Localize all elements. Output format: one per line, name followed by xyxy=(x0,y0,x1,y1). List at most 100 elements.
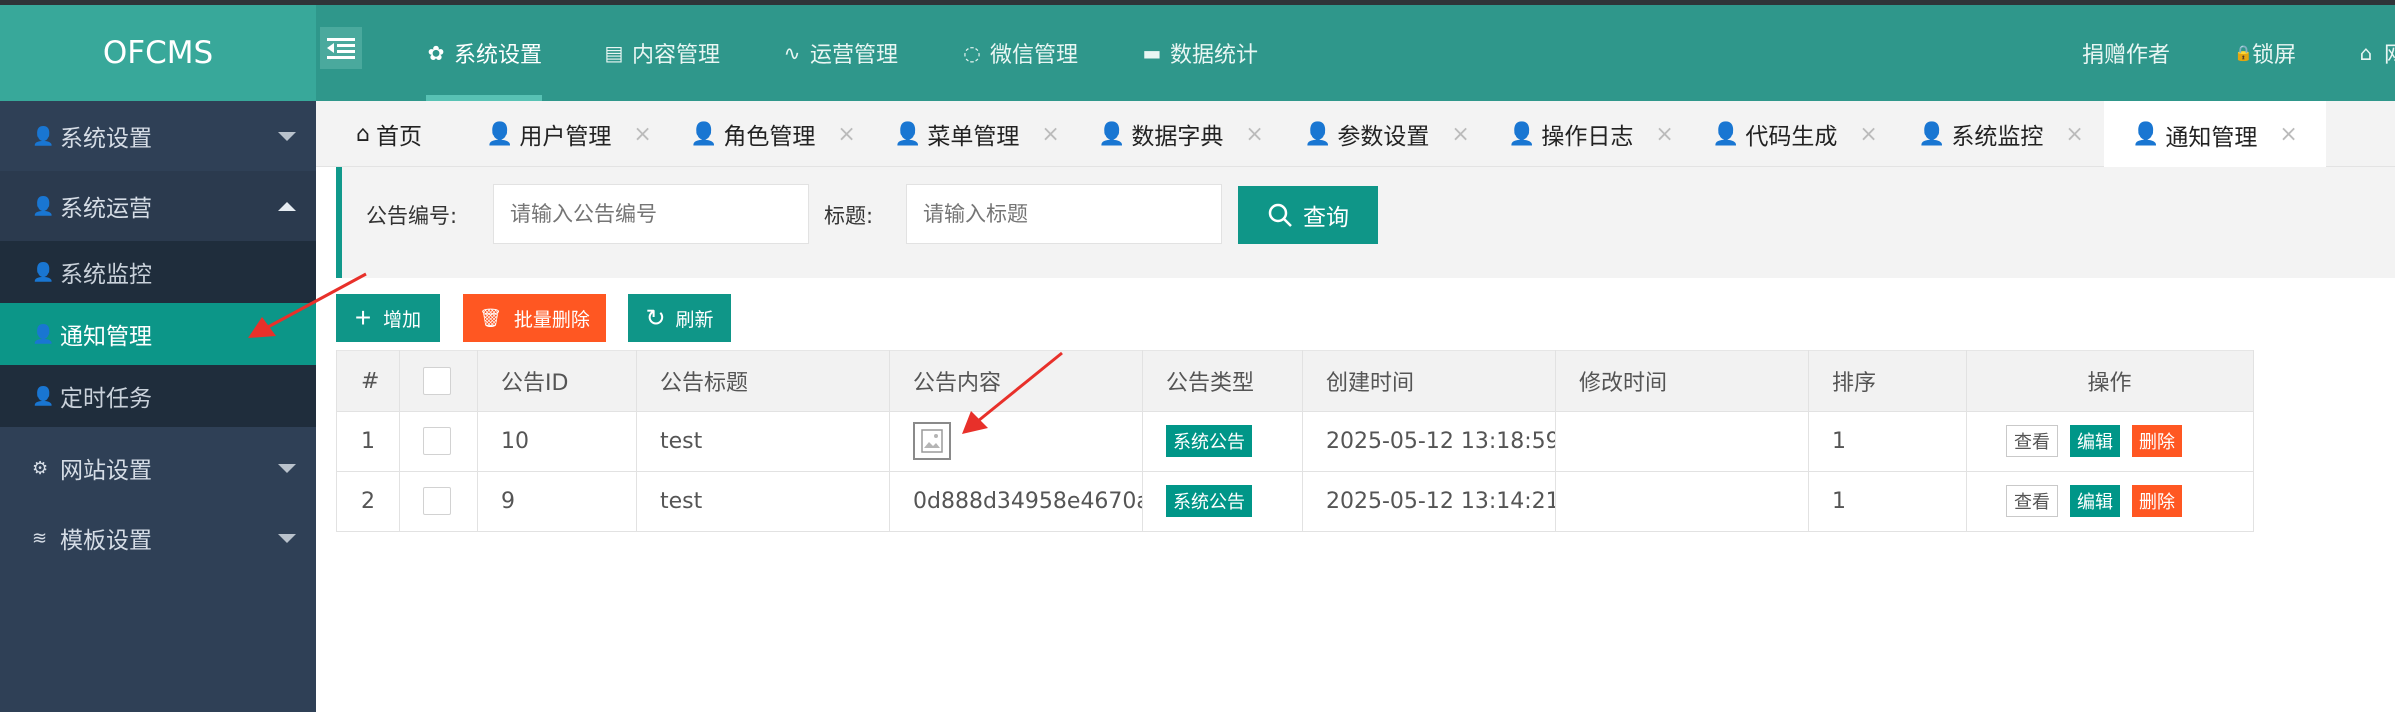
view-button[interactable]: 查看 xyxy=(2006,425,2058,457)
notice-table: # 公告ID 公告标题 公告内容 公告类型 创建时间 修改时间 排序 操作 1 … xyxy=(336,350,2395,532)
donate-author-link[interactable]: 捐赠作者 xyxy=(2082,5,2170,101)
notice-code-label: 公告编号: xyxy=(366,204,458,228)
tab-code-generation[interactable]: 👤 代码生成 × xyxy=(1712,101,1878,167)
tab-label: 菜单管理 xyxy=(927,124,1020,150)
menu-fold-icon xyxy=(327,38,355,59)
notice-id-cell: 9 xyxy=(501,488,515,514)
tab-user-management[interactable]: 👤 用户管理 × xyxy=(486,101,652,167)
edit-button[interactable]: 编辑 xyxy=(2070,485,2120,517)
close-icon[interactable]: × xyxy=(1655,122,1673,147)
notice-type-badge: 系统公告 xyxy=(1166,425,1252,457)
select-all-checkbox[interactable] xyxy=(423,367,451,395)
notice-code-input[interactable] xyxy=(493,184,809,244)
row-checkbox[interactable] xyxy=(423,487,451,515)
notice-id-cell: 10 xyxy=(501,428,529,454)
notice-title-cell: test xyxy=(660,428,703,454)
view-button[interactable]: 查看 xyxy=(2006,485,2058,517)
close-icon[interactable]: × xyxy=(1041,122,1059,147)
topnav-operations[interactable]: ∿ 运营管理 xyxy=(782,5,898,101)
sidebar-item-website-settings[interactable]: ⚙ 网站设置 xyxy=(0,433,316,503)
tab-role-management[interactable]: 👤 角色管理 × xyxy=(690,101,856,167)
user-icon: 👤 xyxy=(1508,121,1536,147)
actions-cell: 查看 编辑 删除 xyxy=(1966,411,2253,471)
sidebar-item-template-settings[interactable]: ≋ 模板设置 xyxy=(0,503,316,573)
sidebar-item-system-settings[interactable]: 👤 系统设置 xyxy=(0,101,316,171)
add-button[interactable]: + 增加 xyxy=(336,294,440,342)
chevron-down-icon xyxy=(278,534,296,543)
sidebar-item-notice-management[interactable]: 👤 通知管理 xyxy=(0,303,316,365)
layers-icon: ≋ xyxy=(32,527,48,549)
batch-delete-button[interactable]: 🗑 批量删除 xyxy=(463,294,606,342)
close-icon[interactable]: × xyxy=(1245,122,1263,147)
sidebar-item-label: 系统设置 xyxy=(60,126,152,152)
tab-notice-management[interactable]: 👤 通知管理 × xyxy=(2104,101,2326,168)
lock-icon: 🔒 xyxy=(2234,44,2253,62)
tab-home[interactable]: ⌂ 首页 xyxy=(356,101,422,167)
wechat-icon: ◌ xyxy=(963,41,981,65)
notice-title-cell: test xyxy=(660,488,703,514)
header-cell: 公告标题 xyxy=(660,371,749,396)
notice-content-cell: 0d888d34958e4670ad7 xyxy=(913,488,1142,514)
topnav-wechat[interactable]: ◌ 微信管理 xyxy=(962,5,1078,101)
user-icon: 👤 xyxy=(32,195,55,217)
lock-screen-button[interactable]: 🔒 锁屏 xyxy=(2234,5,2296,101)
close-icon[interactable]: × xyxy=(633,122,651,147)
website-link[interactable]: ⌂ 网 xyxy=(2356,5,2395,101)
topnav-label: 内容管理 xyxy=(632,43,721,68)
tab-label: 通知管理 xyxy=(2165,124,2258,151)
chart-icon: ▬ xyxy=(1142,41,1162,65)
row-number: 2 xyxy=(361,488,375,514)
created-time-cell: 2025-05-12 13:14:21 xyxy=(1326,488,1555,514)
tab-label: 首页 xyxy=(375,124,422,150)
topnav-label: 捐赠作者 xyxy=(2082,43,2171,68)
tab-parameter-settings[interactable]: 👤 参数设置 × xyxy=(1304,101,1470,167)
user-icon: 👤 xyxy=(486,121,514,147)
topnav-system-settings[interactable]: ✿ 系统设置 xyxy=(426,5,543,101)
broken-image-icon xyxy=(913,422,951,460)
sidebar-item-label: 系统运营 xyxy=(60,196,152,222)
user-icon: 👤 xyxy=(32,385,55,407)
close-icon[interactable]: × xyxy=(1451,122,1469,147)
title-label: 标题: xyxy=(824,204,874,228)
query-button[interactable]: 查询 xyxy=(1238,186,1378,244)
header-cell: 公告内容 xyxy=(913,371,1002,396)
topnav-label: 系统设置 xyxy=(454,43,543,68)
sidebar-item-system-monitor[interactable]: 👤 系统监控 xyxy=(0,241,316,303)
topnav-content-management[interactable]: ▤ 内容管理 xyxy=(604,5,720,101)
tab-system-monitor[interactable]: 👤 系统监控 × xyxy=(1918,101,2084,167)
delete-button[interactable]: 删除 xyxy=(2132,485,2182,517)
delete-button[interactable]: 删除 xyxy=(2132,425,2182,457)
row-checkbox[interactable] xyxy=(423,427,451,455)
sidebar-item-scheduled-tasks[interactable]: 👤 定时任务 xyxy=(0,365,316,427)
topnav-label: 运营管理 xyxy=(810,43,899,68)
close-icon[interactable]: × xyxy=(2065,122,2083,147)
title-input[interactable] xyxy=(906,184,1222,244)
tab-data-dictionary[interactable]: 👤 数据字典 × xyxy=(1098,101,1264,167)
notice-type-cell: 系统公告 xyxy=(1142,471,1302,531)
add-button-label: 增加 xyxy=(383,309,422,331)
close-icon[interactable]: × xyxy=(1859,122,1877,147)
close-icon[interactable]: × xyxy=(837,122,855,147)
topnav-label: 数据统计 xyxy=(1170,43,1259,68)
document-icon: ▤ xyxy=(604,41,624,65)
sidebar-item-system-operations[interactable]: 👤 系统运营 xyxy=(0,171,316,241)
sort-cell: 1 xyxy=(1832,488,1846,514)
refresh-button[interactable]: ↻ 刷新 xyxy=(628,294,731,342)
user-icon: 👤 xyxy=(32,323,55,345)
gear-icon: ✿ xyxy=(427,41,445,65)
tab-label: 系统监控 xyxy=(1951,124,2044,150)
edit-button[interactable]: 编辑 xyxy=(2070,425,2120,457)
sidebar-item-label: 模板设置 xyxy=(60,528,152,554)
tab-label: 操作日志 xyxy=(1541,124,1634,150)
user-icon: 👤 xyxy=(1098,121,1126,147)
actions-cell: 查看 编辑 删除 xyxy=(1966,471,2253,531)
topnav-label: 锁屏 xyxy=(2252,43,2297,68)
tab-label: 参数设置 xyxy=(1337,124,1430,150)
tab-menu-management[interactable]: 👤 菜单管理 × xyxy=(894,101,1060,167)
query-button-label: 查询 xyxy=(1303,204,1349,230)
sidebar-toggle-button[interactable] xyxy=(320,27,362,69)
row-checkbox-cell xyxy=(399,471,477,531)
topnav-statistics[interactable]: ▬ 数据统计 xyxy=(1142,5,1258,101)
tab-operation-log[interactable]: 👤 操作日志 × xyxy=(1508,101,1674,167)
close-icon[interactable]: × xyxy=(2279,122,2297,147)
